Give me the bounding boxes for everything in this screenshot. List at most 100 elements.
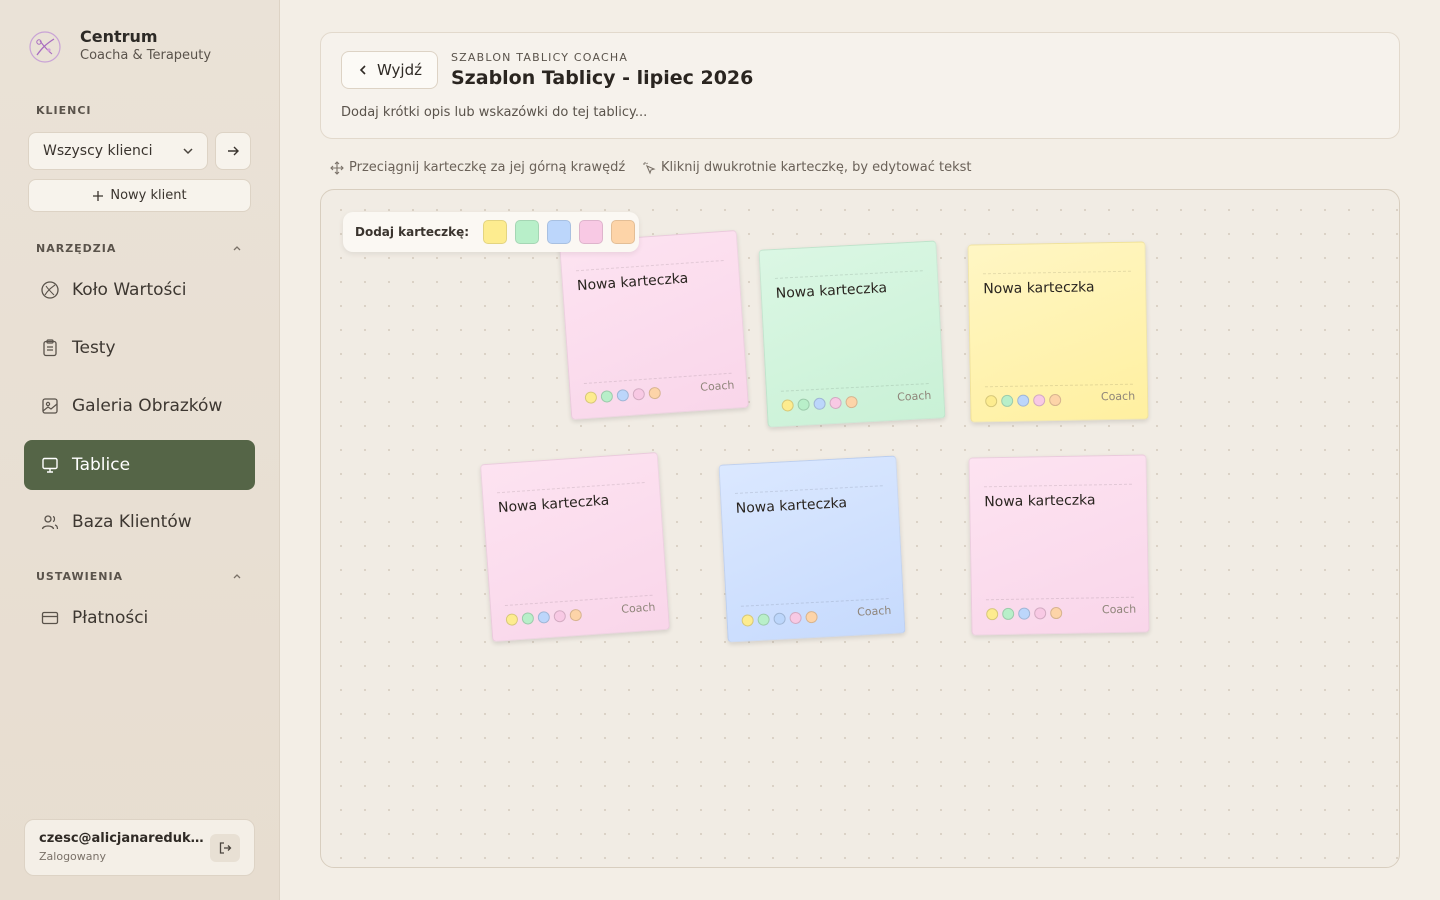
sidebar-item-gallery[interactable]: Galeria Obrazków xyxy=(24,381,255,431)
sticky-note[interactable]: Nowa karteczka Coach xyxy=(968,454,1150,636)
color-dot-green[interactable] xyxy=(1002,607,1015,621)
brand[interactable]: Centrum Coacha & Terapeuty xyxy=(28,28,211,65)
color-dot-blue[interactable] xyxy=(813,397,826,411)
color-dot-pink[interactable] xyxy=(553,609,567,623)
note-author: Coach xyxy=(1100,389,1136,404)
users-icon xyxy=(41,515,59,530)
header-kicker: SZABLON TABLICY COACHA xyxy=(451,51,629,64)
exit-button-label: Wyjdź xyxy=(376,61,422,79)
color-dot-yellow[interactable] xyxy=(741,614,754,627)
note-text[interactable]: Nowa karteczka xyxy=(577,271,689,295)
board-header: Wyjdź SZABLON TABLICY COACHA Szablon Tab… xyxy=(320,32,1400,139)
note-drag-handle[interactable] xyxy=(575,259,724,272)
note-drag-handle[interactable] xyxy=(774,270,923,279)
logout-icon xyxy=(219,842,232,854)
sticky-note[interactable]: Nowa karteczka Coach xyxy=(559,230,749,420)
add-orange-note-button[interactable] xyxy=(611,220,636,244)
note-color-picker xyxy=(781,395,858,412)
board-description[interactable]: Dodaj krótki opis lub wskazówki do tej t… xyxy=(341,105,647,120)
note-author: Coach xyxy=(1101,602,1137,617)
note-drag-handle[interactable] xyxy=(983,483,1132,488)
client-select[interactable]: Wszyscy klienci xyxy=(28,132,208,170)
color-dot-green[interactable] xyxy=(600,390,614,403)
chevron-up-icon[interactable] xyxy=(230,569,244,583)
color-dot-pink[interactable] xyxy=(632,387,646,401)
note-text[interactable]: Nowa karteczka xyxy=(775,280,887,302)
sidebar-item-boards[interactable]: Tablice xyxy=(24,440,255,490)
note-drag-handle[interactable] xyxy=(734,485,883,494)
image-icon xyxy=(42,398,58,414)
sticky-note[interactable]: Nowa karteczka Coach xyxy=(758,240,946,428)
color-dot-green[interactable] xyxy=(1001,394,1014,408)
exit-button[interactable]: Wyjdź xyxy=(341,51,438,89)
sidebar-item-value-wheel[interactable]: Koło Wartości xyxy=(24,265,255,315)
color-dot-yellow[interactable] xyxy=(781,399,794,412)
note-author: Coach xyxy=(699,378,735,394)
logout-button[interactable] xyxy=(210,834,240,862)
board-canvas[interactable]: Dodaj karteczkę: Nowa karteczka Coach No… xyxy=(320,189,1400,868)
sidebar-item-label: Tablice xyxy=(72,455,131,475)
color-dot-orange[interactable] xyxy=(805,610,818,624)
color-dot-orange[interactable] xyxy=(648,386,662,400)
color-dot-green[interactable] xyxy=(521,612,535,625)
sidebar-item-label: Galeria Obrazków xyxy=(72,396,223,416)
color-dot-blue[interactable] xyxy=(773,612,786,626)
value-wheel-icon xyxy=(41,281,59,299)
move-icon xyxy=(330,160,344,175)
note-text[interactable]: Nowa karteczka xyxy=(735,495,847,517)
sticky-note[interactable]: Nowa karteczka Coach xyxy=(718,455,906,643)
color-dot-blue[interactable] xyxy=(1017,394,1030,407)
page-title[interactable]: Szablon Tablicy - lipiec 2026 xyxy=(451,67,753,89)
note-text[interactable]: Nowa karteczka xyxy=(984,492,1096,510)
note-drag-handle[interactable] xyxy=(982,270,1131,275)
edit-hint-text: Kliknij dwukrotnie karteczkę, by edytowa… xyxy=(661,160,972,175)
color-dot-orange[interactable] xyxy=(1049,393,1062,407)
add-green-note-button[interactable] xyxy=(515,220,540,244)
open-client-button[interactable] xyxy=(215,132,251,170)
color-dot-pink[interactable] xyxy=(829,396,842,410)
color-dot-blue[interactable] xyxy=(537,610,551,624)
color-dot-yellow[interactable] xyxy=(985,395,998,408)
sidebar-item-clients[interactable]: Baza Klientów xyxy=(24,497,255,547)
plus-icon xyxy=(93,190,104,201)
sidebar-item-payments[interactable]: Płatności xyxy=(24,593,255,643)
note-divider xyxy=(985,596,1134,601)
sticky-note[interactable]: Nowa karteczka Coach xyxy=(967,241,1149,423)
color-dot-orange[interactable] xyxy=(1050,606,1063,620)
note-color-picker xyxy=(985,393,1062,408)
color-dot-pink[interactable] xyxy=(789,611,802,625)
color-dot-yellow[interactable] xyxy=(584,391,598,404)
note-text[interactable]: Nowa karteczka xyxy=(498,493,610,517)
sticky-note[interactable]: Nowa karteczka Coach xyxy=(480,452,670,642)
add-yellow-note-button[interactable] xyxy=(483,220,508,244)
note-drag-handle[interactable] xyxy=(496,481,645,494)
note-author: Coach xyxy=(896,388,932,404)
color-dot-green[interactable] xyxy=(757,613,770,626)
user-profile-box: czesc@alicjanaredukcji... Zalogowany xyxy=(24,819,255,876)
add-note-label: Dodaj karteczkę: xyxy=(355,225,470,239)
add-blue-note-button[interactable] xyxy=(547,220,572,244)
presentation-icon xyxy=(42,457,58,473)
color-dot-pink[interactable] xyxy=(1033,394,1046,407)
note-divider xyxy=(984,383,1133,388)
new-client-label: Nowy klient xyxy=(110,188,187,203)
note-author: Coach xyxy=(856,603,892,619)
sidebar-item-label: Płatności xyxy=(72,608,149,628)
color-dot-yellow[interactable] xyxy=(505,613,519,626)
edit-hint: Kliknij dwukrotnie karteczkę, by edytowa… xyxy=(642,160,972,175)
new-client-button[interactable]: Nowy klient xyxy=(28,179,251,212)
clients-section-label: KLIENCI xyxy=(36,104,92,117)
color-dot-green[interactable] xyxy=(797,398,810,411)
note-author: Coach xyxy=(620,600,656,616)
color-dot-blue[interactable] xyxy=(1018,607,1031,620)
color-dot-pink[interactable] xyxy=(1034,607,1047,620)
note-color-picker xyxy=(986,606,1063,621)
color-dot-orange[interactable] xyxy=(569,608,583,622)
color-dot-yellow[interactable] xyxy=(986,608,999,621)
color-dot-orange[interactable] xyxy=(845,395,858,409)
add-pink-note-button[interactable] xyxy=(579,220,604,244)
chevron-up-icon[interactable] xyxy=(230,241,244,255)
color-dot-blue[interactable] xyxy=(616,388,630,402)
sidebar-item-tests[interactable]: Testy xyxy=(24,323,255,373)
note-text[interactable]: Nowa karteczka xyxy=(983,279,1095,297)
